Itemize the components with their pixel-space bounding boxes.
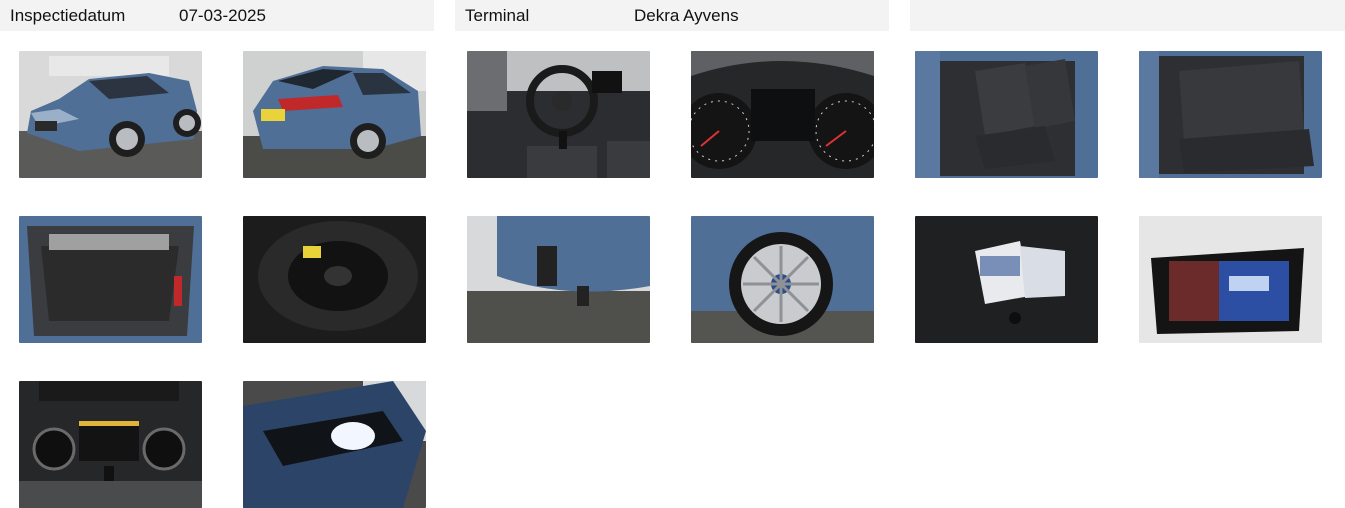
photo-climate-controls[interactable] <box>19 381 202 508</box>
header-terminal: Terminal Dekra Ayvens <box>455 0 889 31</box>
header-inspection-date: Inspectiedatum 07-03-2025 <box>0 0 434 31</box>
photo-dashboard[interactable] <box>467 51 650 178</box>
photo-manuals-key[interactable] <box>915 216 1098 343</box>
photo-tow-bar[interactable] <box>467 216 650 343</box>
photo-rear-seats[interactable] <box>1139 51 1322 178</box>
photo-alloy-wheel[interactable] <box>691 216 874 343</box>
photo-front-exterior[interactable] <box>19 51 202 178</box>
photo-trunk[interactable] <box>19 216 202 343</box>
photo-headlight[interactable] <box>243 381 426 508</box>
terminal-value: Dekra Ayvens <box>634 6 739 25</box>
photo-front-seats[interactable] <box>915 51 1098 178</box>
header-empty <box>910 0 1345 31</box>
photo-spare-wheel[interactable] <box>243 216 426 343</box>
inspection-date-value: 07-03-2025 <box>179 6 266 25</box>
terminal-label: Terminal <box>465 6 530 25</box>
inspection-date-label: Inspectiedatum <box>10 6 126 25</box>
photo-infotainment[interactable] <box>1139 216 1322 343</box>
photo-instrument-cluster[interactable] <box>691 51 874 178</box>
photo-rear-exterior[interactable] <box>243 51 426 178</box>
